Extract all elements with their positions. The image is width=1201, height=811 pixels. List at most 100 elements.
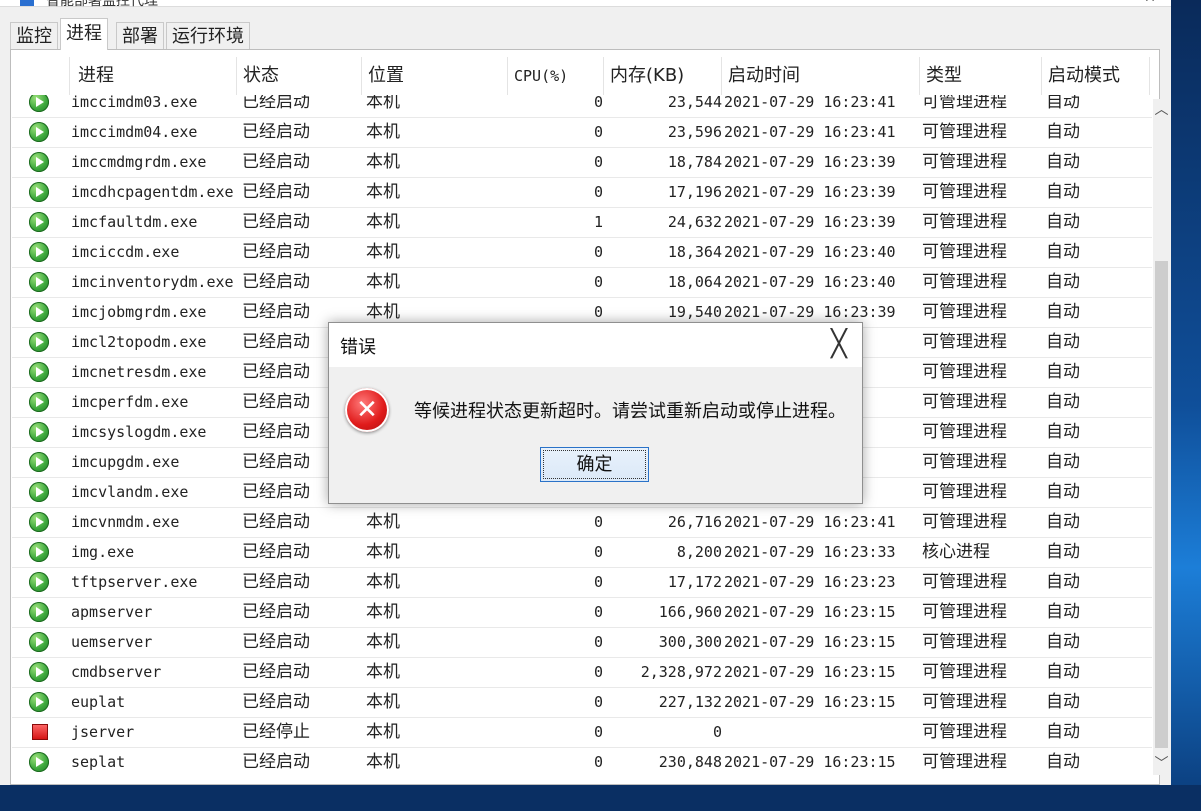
process-name: imcvlandm.exe — [71, 483, 189, 501]
process-start-mode: 自动 — [1046, 752, 1080, 772]
table-row[interactable]: imcfaultdm.exe 已经启动 本机 1 24,632 2021-07-29 16… — [12, 208, 1152, 238]
process-memory: 18,064 — [667, 273, 722, 291]
process-name: imcfaultdm.exe — [71, 213, 198, 231]
tab-monitor[interactable]: 监控 — [10, 22, 58, 49]
process-memory: 18,784 — [667, 153, 722, 171]
process-start-time: 2021-07-29 16:23:41 — [724, 513, 896, 531]
table-row[interactable]: imcdhcpagentdm.exe 已经启动 本机 0 17,196 2021-07-2… — [12, 178, 1152, 208]
running-icon — [29, 602, 49, 622]
process-type: 可管理进程 — [922, 482, 1007, 502]
table-row[interactable]: imciccdm.exe 已经启动 本机 0 18,364 2021-07-29 16:2… — [12, 238, 1152, 268]
table-row[interactable]: imccimdm04.exe 已经启动 本机 0 23,596 2021-07-29 16… — [12, 118, 1152, 148]
column-header-icon[interactable] — [12, 57, 70, 95]
running-icon — [29, 452, 49, 472]
table-row[interactable]: uemserver 已经启动 本机 0 300,300 2021-07-29 16:23:… — [12, 628, 1152, 658]
table-row[interactable]: imccmdmgrdm.exe 已经启动 本机 0 18,784 2021-07-29 1… — [12, 148, 1152, 178]
process-start-time: 2021-07-29 16:23:39 — [724, 153, 896, 171]
process-type: 可管理进程 — [922, 572, 1007, 592]
status-icon-cell — [12, 328, 70, 357]
minimize-button[interactable]: — — [1052, 0, 1092, 6]
process-type: 可管理进程 — [922, 212, 1007, 232]
scroll-down-arrow-icon[interactable]: ﹀ — [1153, 753, 1170, 775]
process-start-mode: 自动 — [1046, 242, 1080, 262]
process-status: 已经启动 — [242, 122, 310, 142]
process-cpu: 0 — [593, 123, 603, 141]
process-status: 已经启动 — [242, 662, 310, 682]
tab-bar: 监控 进程 部署 运行环境 — [10, 18, 1160, 50]
ok-button[interactable]: 确定 — [540, 447, 649, 482]
process-start-time: 2021-07-29 16:23:15 — [724, 753, 896, 771]
process-name: euplat — [71, 693, 126, 711]
process-location: 本机 — [366, 152, 400, 172]
process-name: imcnetresdm.exe — [71, 363, 207, 381]
process-start-mode: 自动 — [1046, 542, 1080, 562]
table-row[interactable]: imcvnmdm.exe 已经启动 本机 0 26,716 2021-07-29 16:2… — [12, 508, 1152, 538]
column-header-cpu[interactable]: CPU(%) — [508, 57, 604, 95]
running-icon — [29, 662, 49, 682]
column-header-start-time[interactable]: 启动时间 — [722, 57, 920, 95]
running-icon — [29, 212, 49, 232]
process-location: 本机 — [366, 512, 400, 532]
table-row[interactable]: tftpserver.exe 已经启动 本机 0 17,172 2021-07-29 16… — [12, 568, 1152, 598]
process-memory: 2,328,972 — [640, 663, 722, 681]
tab-runtime-environment[interactable]: 运行环境 — [166, 22, 250, 49]
process-type: 可管理进程 — [922, 272, 1007, 292]
process-type: 可管理进程 — [922, 632, 1007, 652]
running-icon — [29, 542, 49, 562]
process-status: 已经启动 — [242, 542, 310, 562]
status-icon-cell — [12, 298, 70, 327]
process-memory: 17,172 — [667, 573, 722, 591]
process-status: 已经停止 — [242, 722, 310, 742]
process-cpu: 0 — [593, 513, 603, 531]
column-header-process[interactable]: 进程 — [70, 57, 237, 95]
table-row[interactable]: img.exe 已经启动 本机 0 8,200 2021-07-29 16:23:33 核心… — [12, 538, 1152, 568]
process-name: img.exe — [71, 543, 135, 561]
tab-process[interactable]: 进程 — [60, 18, 108, 50]
app-window: 智能部署监控代理 — ✕ 监控 进程 部署 运行环境 imccimdm03.ex… — [0, 0, 1171, 785]
column-header-type[interactable]: 类型 — [920, 57, 1042, 95]
process-type: 可管理进程 — [922, 662, 1007, 682]
table-row[interactable]: imcinventorydm.exe 已经启动 本机 0 18,064 2021-07-2… — [12, 268, 1152, 298]
table-row[interactable]: cmdbserver 已经启动 本机 0 2,328,972 2021-07-29 16:… — [12, 658, 1152, 688]
process-cpu: 0 — [593, 693, 603, 711]
close-window-button[interactable]: ✕ — [1130, 0, 1170, 6]
process-start-mode: 自动 — [1046, 512, 1080, 532]
window-title: 智能部署监控代理 — [46, 0, 158, 9]
column-header-status[interactable]: 状态 — [237, 57, 362, 95]
table-row[interactable]: jserver 已经停止 本机 0 0 可管理进程 自动 — [12, 718, 1152, 748]
app-icon — [20, 0, 34, 6]
process-type: 可管理进程 — [922, 452, 1007, 472]
column-header-location[interactable]: 位置 — [362, 57, 508, 95]
process-name: imcl2topodm.exe — [71, 333, 207, 351]
process-name: imciccdm.exe — [71, 243, 180, 261]
table-row[interactable]: apmserver 已经启动 本机 0 166,960 2021-07-29 16:23:… — [12, 598, 1152, 628]
stopped-icon — [32, 724, 48, 740]
scroll-up-arrow-icon[interactable]: ︿ — [1153, 99, 1170, 121]
status-icon-cell — [12, 358, 70, 387]
column-header-memory[interactable]: 内存(KB) — [604, 57, 722, 95]
process-cpu: 0 — [593, 273, 603, 291]
process-status: 已经启动 — [242, 572, 310, 592]
running-icon — [29, 152, 49, 172]
tab-deploy[interactable]: 部署 — [116, 22, 164, 49]
status-icon-cell — [12, 598, 70, 627]
process-memory: 300,300 — [658, 633, 722, 651]
process-type: 可管理进程 — [922, 242, 1007, 262]
column-header-start-mode[interactable]: 启动模式 — [1042, 57, 1150, 95]
running-icon — [29, 272, 49, 292]
process-cpu: 0 — [593, 573, 603, 591]
process-start-time: 2021-07-29 16:23:33 — [724, 543, 896, 561]
error-dialog: 错误 ╳ ✕ 等候进程状态更新超时。请尝试重新启动或停止进程。 确定 — [328, 322, 863, 504]
process-start-time: 2021-07-29 16:23:23 — [724, 573, 896, 591]
vertical-scrollbar[interactable]: ︿ ﹀ — [1153, 99, 1170, 775]
scrollbar-thumb[interactable] — [1155, 261, 1168, 748]
process-cpu: 0 — [593, 633, 603, 651]
table-row[interactable]: seplat 已经启动 本机 0 230,848 2021-07-29 16:23:15 可… — [12, 748, 1152, 777]
table-row[interactable]: euplat 已经启动 本机 0 227,132 2021-07-29 16:23:15 可… — [12, 688, 1152, 718]
column-header: 进程 状态 位置 CPU(%) 内存(KB) 启动时间 类型 启动模式 — [12, 57, 1152, 95]
close-icon[interactable]: ╳ — [822, 329, 856, 361]
dialog-body: ✕ 等候进程状态更新超时。请尝试重新启动或停止进程。 确定 — [329, 367, 862, 503]
process-type: 可管理进程 — [922, 392, 1007, 412]
process-cpu: 0 — [593, 243, 603, 261]
process-name: imcsyslogdm.exe — [71, 423, 207, 441]
